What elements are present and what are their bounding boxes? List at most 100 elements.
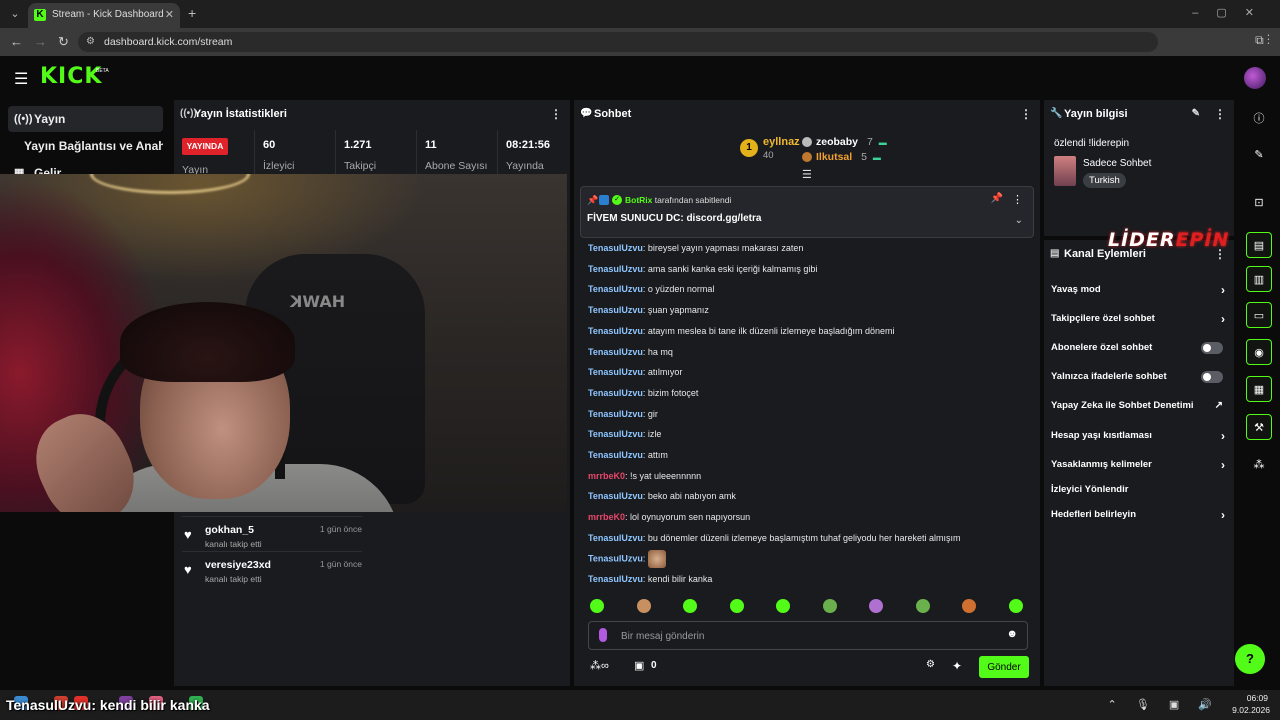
omnibox[interactable]: ⚙ dashboard.kick.com/stream [78, 32, 1158, 52]
more-options-icon[interactable]: ⋮ [1214, 100, 1226, 128]
emote-icon[interactable] [962, 599, 976, 613]
chat-message[interactable]: TenasulUzvu: atayım meslea bi tane ilk d… [588, 326, 894, 336]
menu-icon[interactable]: ☰ [14, 69, 28, 89]
chat-username[interactable]: TenasulUzvu [588, 491, 643, 501]
points-icon[interactable]: ⁂∞ [590, 659, 609, 672]
window-controls[interactable]: –▢✕ [1192, 6, 1272, 19]
chat-input[interactable] [621, 627, 1001, 645]
emote-icon[interactable] [776, 599, 790, 613]
channel-action-item[interactable]: Yapay Zeka ile Sohbet Denetimi ↗ [1051, 396, 1229, 416]
forward-icon[interactable]: → [34, 34, 47, 49]
site-info-icon[interactable]: ⚙ [86, 36, 95, 47]
kick-logo[interactable]: KICK [40, 64, 102, 89]
chat-username[interactable]: TenasulUzvu [588, 409, 643, 419]
extension-icon[interactable]: ⁂ [1246, 452, 1272, 478]
gear-icon[interactable]: ⚙ [926, 659, 935, 670]
chat-username[interactable]: TenasulUzvu [588, 574, 643, 584]
chat-message[interactable]: TenasulUzvu: bu dönemler düzenli izlemey… [588, 533, 961, 543]
browser-tab[interactable]: K Stream - Kick Dashboard ✕ [28, 3, 180, 28]
emote-icon[interactable] [1008, 599, 1023, 613]
toggle-switch[interactable] [1201, 342, 1223, 354]
toggle-switch[interactable] [1201, 371, 1223, 383]
chat-username[interactable]: mrrbeK0 [588, 512, 625, 522]
target-icon[interactable]: ⊡ [1246, 190, 1272, 216]
avatar[interactable] [1244, 67, 1266, 89]
chat-message[interactable]: TenasulUzvu: o yüzden normal [588, 284, 714, 294]
chevron-down-icon[interactable]: ⌄ [1015, 215, 1023, 226]
live-icon[interactable]: ◉ [1246, 339, 1272, 365]
emote-icon[interactable] [915, 599, 930, 613]
unpin-icon[interactable]: 📌 [991, 193, 1003, 204]
emote-icon[interactable] [636, 599, 651, 613]
chat-username[interactable]: TenasulUzvu [588, 264, 643, 274]
more-options-icon[interactable]: ⋮ [1020, 100, 1032, 128]
chat-message[interactable]: TenasulUzvu: şuan yapmanız [588, 305, 709, 315]
wrench-icon[interactable]: ⚒ [1246, 414, 1272, 440]
system-tray[interactable]: ⌃ 🎙 ▣ 🔊 [1108, 698, 1220, 711]
chat-username[interactable]: TenasulUzvu [588, 533, 643, 543]
chat-username[interactable]: TenasulUzvu [588, 284, 643, 294]
chat-username[interactable]: mrrbeK0 [588, 471, 625, 481]
chat-username[interactable]: TenasulUzvu [588, 450, 643, 460]
sidebar-item-stream[interactable]: ((•)) Yayın [8, 106, 163, 132]
channel-action-item[interactable]: Hesap yaşı kısıtlaması › [1051, 426, 1229, 446]
chat-username[interactable]: TenasulUzvu [588, 347, 643, 357]
chat-icon[interactable]: ▭ [1246, 302, 1272, 328]
close-tab-icon[interactable]: ✕ [165, 8, 174, 21]
channel-action-item[interactable]: Yalnızca ifadelerle sohbet [1051, 367, 1229, 387]
chat-username[interactable]: TenasulUzvu [588, 553, 643, 563]
send-button[interactable]: Gönder [979, 656, 1029, 678]
emote-icon[interactable] [729, 599, 744, 613]
channel-action-item[interactable]: Yasaklanmış kelimeler › [1051, 455, 1229, 475]
tab-search-icon[interactable]: ⌄ [6, 5, 24, 23]
chat-username[interactable]: TenasulUzvu [588, 305, 643, 315]
emote-icon[interactable] [822, 599, 837, 613]
emote-icon[interactable] [590, 599, 604, 613]
reload-icon[interactable]: ↻ [58, 34, 69, 50]
channel-action-item[interactable]: Abonelere özel sohbet [1051, 338, 1229, 358]
chat-message[interactable]: TenasulUzvu: bizim fotoçet [588, 388, 698, 398]
actions-icon[interactable]: ▦ [1246, 376, 1272, 402]
help-icon[interactable]: ? [1235, 644, 1265, 674]
chat-leaderboard[interactable]: 1 eyllnaz 40 zeobaby 7 ▬ Ilkutsal 5 ▬ ☰ [574, 130, 1040, 182]
chat-message[interactable]: mrrbeK0: !s yat uleeennnnn [588, 471, 701, 481]
more-options-icon[interactable]: ⋮ [550, 100, 562, 128]
extensions-icon[interactable]: ⧉ ⋮ [1255, 33, 1270, 48]
expand-icon[interactable]: ☰ [802, 168, 812, 181]
chat-message[interactable]: TenasulUzvu: beko abi nabıyon amk [588, 491, 736, 501]
chat-message[interactable]: TenasulUzvu: attım [588, 450, 668, 460]
chat-messages[interactable]: TenasulUzvu: bireysel yayın yapması maka… [588, 240, 1032, 590]
extension-icon[interactable]: ✦ [952, 659, 962, 673]
chat-username[interactable]: TenasulUzvu [588, 388, 643, 398]
channel-action-item[interactable]: Takipçilere özel sohbet › [1051, 309, 1229, 329]
url-text[interactable]: dashboard.kick.com/stream [104, 36, 232, 48]
chat-username[interactable]: TenasulUzvu [588, 326, 643, 336]
edit-icon[interactable]: ✎ [1192, 100, 1200, 128]
edit-icon[interactable]: ✎ [1246, 142, 1272, 168]
chat-message[interactable]: TenasulUzvu: ha mq [588, 347, 673, 357]
chat-message[interactable]: TenasulUzvu: izle [588, 429, 661, 439]
more-options-icon[interactable]: ⋮ [1012, 193, 1023, 206]
emote-icon[interactable] [683, 599, 697, 613]
emoji-icon[interactable]: ☻ [1006, 628, 1018, 640]
chat-message[interactable]: TenasulUzvu: gir [588, 409, 658, 419]
sidebar-item-stream-key[interactable]: Yayın Bağlantısı ve Anahtarı [8, 133, 163, 159]
chat-username[interactable]: TenasulUzvu [588, 429, 643, 439]
stats-icon[interactable]: ▤ [1246, 232, 1272, 258]
chat-message[interactable]: TenasulUzvu: [588, 549, 666, 568]
chat-message[interactable]: mrrbeK0: lol oynuyorum sen napıyorsun [588, 512, 750, 522]
chat-input-box[interactable]: ☻ [588, 621, 1028, 650]
chat-message[interactable]: TenasulUzvu: atılmıyor [588, 367, 682, 377]
chat-message[interactable]: TenasulUzvu: kendi bilir kanka [588, 574, 712, 584]
new-tab-icon[interactable]: + [188, 5, 196, 21]
list-item[interactable]: ♥ veresiye23xd 1 gün önce kanalı takip e… [182, 551, 362, 585]
chat-username[interactable]: TenasulUzvu [588, 367, 643, 377]
channel-action-item[interactable]: Yavaş mod › [1051, 280, 1229, 300]
store-icon[interactable]: ▣ [634, 659, 644, 672]
pinned-message[interactable]: 📌 ✓ BotRix tarafından sabitlendi FİVEM S… [580, 186, 1034, 238]
channel-action-item[interactable]: Hedefleri belirleyin › [1051, 505, 1229, 525]
chat-message[interactable]: TenasulUzvu: ama sanki kanka eski içeriğ… [588, 264, 817, 274]
info-icon[interactable]: ⓘ [1246, 106, 1272, 132]
emote-icon[interactable] [869, 599, 883, 613]
activity-icon[interactable]: ▥ [1246, 266, 1272, 292]
